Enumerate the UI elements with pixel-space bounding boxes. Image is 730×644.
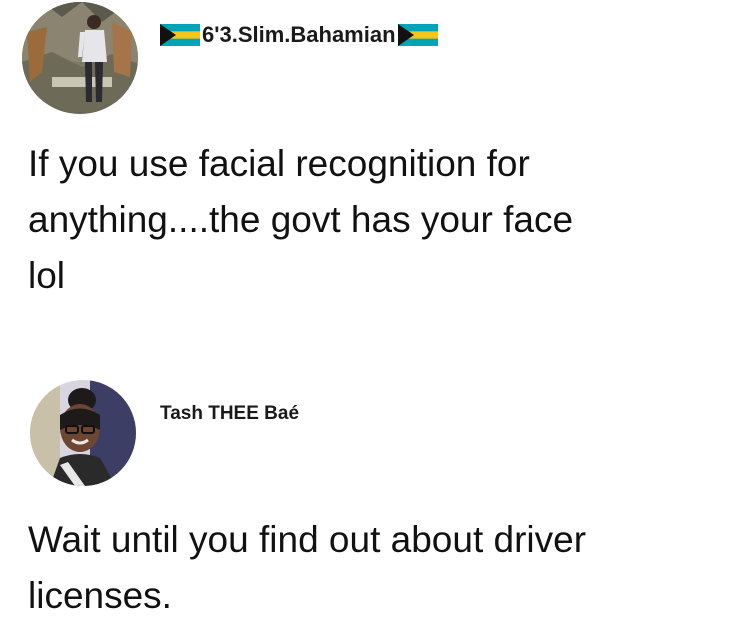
bahamas-flag-icon xyxy=(397,24,438,46)
post-text: If you use facial recognition for anythi… xyxy=(28,136,718,304)
post-original: 6'3.Slim.Bahamian If you use facial reco… xyxy=(0,0,730,340)
username[interactable]: 6'3.Slim.Bahamian xyxy=(160,22,438,48)
post-text-line: If you use facial recognition for xyxy=(28,143,530,184)
username[interactable]: Tash THEE Baé xyxy=(160,403,299,425)
woman-selfie-photo-icon xyxy=(30,380,136,486)
post-text-line: Wait until you find out about driver xyxy=(28,519,587,560)
bahamas-flag-icon xyxy=(160,24,200,46)
post-text-line: anything....the govt has your face xyxy=(28,199,574,240)
person-standing-outdoors-photo-icon xyxy=(22,2,138,114)
avatar[interactable] xyxy=(22,2,138,114)
post-text: Wait until you find out about driver lic… xyxy=(28,512,718,624)
post-text-line: lol xyxy=(28,255,66,296)
username-text: 6'3.Slim.Bahamian xyxy=(202,22,396,47)
avatar[interactable] xyxy=(30,380,136,486)
post-text-line: licenses. xyxy=(28,575,172,616)
post-reply: Tash THEE Baé Wait until you find out ab… xyxy=(0,370,730,644)
